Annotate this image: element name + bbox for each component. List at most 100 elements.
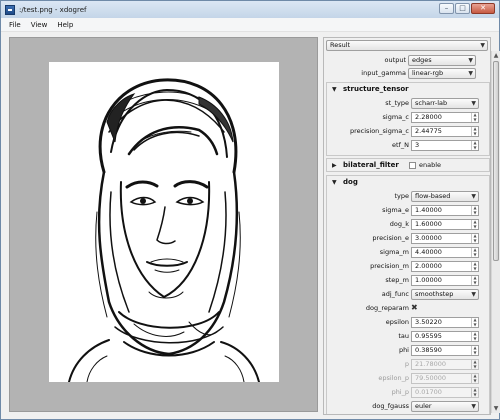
adj-func-combo[interactable]: smoothstep ▼ bbox=[411, 289, 479, 300]
etf-n-label: etf_N bbox=[392, 141, 409, 149]
epsilon-spinbox[interactable]: 3.50220 ▲ ▼ bbox=[411, 317, 479, 328]
epsilon-p-label: epsilon_p bbox=[378, 374, 409, 382]
sigma-m-spinbox[interactable]: 4.40000 ▲ ▼ bbox=[411, 247, 479, 258]
epsilon-label: epsilon bbox=[385, 318, 409, 326]
structure-tensor-title: structure_tensor bbox=[343, 85, 409, 93]
input-gamma-combo[interactable]: linear-rgb ▼ bbox=[408, 68, 476, 79]
scroll-down-icon[interactable]: ▼ bbox=[492, 404, 500, 413]
scroll-up-icon[interactable]: ▲ bbox=[492, 51, 500, 60]
triangle-right-icon: ▶ bbox=[332, 162, 337, 169]
image-viewport[interactable] bbox=[9, 37, 318, 412]
sigma-c-spinbox[interactable]: 2.28000 ▲ ▼ bbox=[411, 112, 479, 123]
spin-down-icon[interactable]: ▼ bbox=[472, 336, 478, 342]
result-selector[interactable]: Result ▼ bbox=[326, 40, 488, 51]
spin-down-icon[interactable]: ▼ bbox=[472, 131, 478, 137]
dog-header[interactable]: ▼ dog bbox=[327, 176, 489, 189]
dog-k-row: dog_k 1.60000 ▲ ▼ bbox=[327, 219, 490, 231]
precision-e-label: precision_e bbox=[372, 234, 409, 242]
step-m-spinbox[interactable]: 1.00000 ▲ ▼ bbox=[411, 275, 479, 286]
spin-down-icon[interactable]: ▼ bbox=[472, 322, 478, 328]
spin-buttons: ▲ ▼ bbox=[471, 275, 478, 286]
parameter-panel: Result ▼ output edges ▼ input_gamma line… bbox=[323, 37, 491, 415]
phi-spinbox[interactable]: 0.38590 ▲ ▼ bbox=[411, 345, 479, 356]
menu-view[interactable]: View bbox=[26, 21, 53, 29]
spin-down-icon[interactable]: ▼ bbox=[472, 350, 478, 356]
maximize-icon[interactable]: □ bbox=[455, 3, 470, 14]
type-row: type flow-based ▼ bbox=[327, 191, 490, 203]
minimize-icon[interactable]: – bbox=[439, 3, 454, 14]
title-bar[interactable]: :/test.png - xdogref – □ ✕ bbox=[1, 1, 499, 18]
spin-down-icon[interactable]: ▼ bbox=[472, 280, 478, 286]
st-type-combo[interactable]: scharr-lab ▼ bbox=[411, 98, 479, 109]
epsilon-p-row: epsilon_p 79.50000 ▲ ▼ bbox=[327, 373, 490, 385]
adj-func-value: smoothstep bbox=[415, 290, 454, 298]
spin-buttons: ▲ ▼ bbox=[471, 331, 478, 342]
p-label: p bbox=[404, 360, 409, 368]
bilateral-enable-label: enable bbox=[419, 161, 442, 169]
spin-down-icon: ▼ bbox=[473, 363, 477, 369]
sigma-e-value: 1.40000 bbox=[415, 206, 442, 214]
spin-buttons: ▲ ▼ bbox=[471, 126, 478, 137]
structure-tensor-header[interactable]: ▼ structure_tensor bbox=[327, 83, 489, 96]
type-combo[interactable]: flow-based ▼ bbox=[411, 191, 479, 202]
bilateral-filter-section: ▶ bilateral_filter enable bbox=[326, 158, 490, 172]
precision-e-row: precision_e 3.00000 ▲ ▼ bbox=[327, 233, 490, 245]
etf-n-spinbox[interactable]: 3 ▲ ▼ bbox=[411, 140, 479, 151]
p-spinbox: 21.78000 ▲ ▼ bbox=[411, 359, 479, 370]
bilateral-filter-title: bilateral_filter bbox=[343, 161, 399, 169]
menu-file[interactable]: File bbox=[4, 21, 26, 29]
app-window: :/test.png - xdogref – □ ✕ File View Hel… bbox=[0, 0, 500, 420]
spin-down-icon[interactable]: ▼ bbox=[472, 238, 478, 244]
result-selector-value: Result bbox=[330, 41, 351, 49]
scroll-thumb[interactable] bbox=[493, 61, 499, 261]
menu-help[interactable]: Help bbox=[52, 21, 78, 29]
panel-scrollbar[interactable]: ▲ ▼ bbox=[491, 51, 500, 413]
dog-title: dog bbox=[343, 178, 358, 186]
input-gamma-value: linear-rgb bbox=[412, 69, 444, 77]
phi-p-row: phi_p 0.01700 ▲ ▼ bbox=[327, 387, 490, 399]
precision-m-label: precision_m bbox=[370, 262, 409, 270]
precision-sigma-c-spinbox[interactable]: 2.44775 ▲ ▼ bbox=[411, 126, 479, 137]
sigma-e-row: sigma_e 1.40000 ▲ ▼ bbox=[327, 205, 490, 217]
type-value: flow-based bbox=[415, 192, 451, 200]
spin-buttons: ▲ ▼ bbox=[471, 140, 478, 151]
adj-func-row: adj_func smoothstep ▼ bbox=[327, 289, 490, 301]
dog-reparam-toggle[interactable]: ✖ bbox=[411, 303, 418, 312]
epsilon-p-spinbox: 79.50000 ▲ ▼ bbox=[411, 373, 479, 384]
step-m-label: step_m bbox=[385, 276, 409, 284]
portrait-sketch bbox=[68, 78, 260, 382]
p-row: p 21.78000 ▲ ▼ bbox=[327, 359, 490, 371]
output-combo[interactable]: edges ▼ bbox=[408, 55, 476, 66]
adj-func-label: adj_func bbox=[381, 290, 409, 298]
precision-m-spinbox[interactable]: 2.00000 ▲ ▼ bbox=[411, 261, 479, 272]
tau-spinbox[interactable]: 0.95595 ▲ ▼ bbox=[411, 331, 479, 342]
tau-row: tau 0.95595 ▲ ▼ bbox=[327, 331, 490, 343]
spin-down-icon[interactable]: ▼ bbox=[472, 266, 478, 272]
spin-down-icon[interactable]: ▼ bbox=[472, 224, 478, 230]
spin-down-icon[interactable]: ▼ bbox=[472, 145, 478, 151]
bilateral-enable-checkbox[interactable] bbox=[409, 162, 416, 169]
phi-p-label: phi_p bbox=[391, 388, 409, 396]
input-gamma-label: input_gamma bbox=[361, 69, 406, 77]
chevron-down-icon: ▼ bbox=[471, 403, 476, 410]
structure-tensor-section: ▼ structure_tensor st_type scharr-lab ▼ sig… bbox=[326, 82, 490, 156]
triangle-down-icon: ▼ bbox=[332, 86, 337, 93]
dog-fgauss-combo[interactable]: euler ▼ bbox=[411, 401, 479, 412]
dog-k-spinbox[interactable]: 1.60000 ▲ ▼ bbox=[411, 219, 479, 230]
spin-down-icon[interactable]: ▼ bbox=[472, 210, 478, 216]
precision-sigma-c-label: precision_sigma_c bbox=[349, 127, 409, 135]
precision-e-value: 3.00000 bbox=[415, 234, 442, 242]
close-icon[interactable]: ✕ bbox=[471, 3, 495, 14]
spin-down-icon[interactable]: ▼ bbox=[472, 252, 478, 258]
precision-sigma-c-row: precision_sigma_c 2.44775 ▲ ▼ bbox=[327, 126, 490, 138]
bilateral-filter-header[interactable]: ▶ bilateral_filter enable bbox=[327, 159, 489, 172]
st-type-label: st_type bbox=[385, 99, 409, 107]
precision-e-spinbox[interactable]: 3.00000 ▲ ▼ bbox=[411, 233, 479, 244]
epsilon-value: 3.50220 bbox=[415, 318, 442, 326]
sigma-e-spinbox[interactable]: 1.40000 ▲ ▼ bbox=[411, 205, 479, 216]
output-value: edges bbox=[412, 56, 432, 64]
spin-down-icon: ▼ bbox=[473, 391, 477, 397]
dog-section: ▼ dog type flow-based ▼ sigma_e 1.40000 ▲ ▼ dog… bbox=[326, 175, 490, 414]
spin-down-icon[interactable]: ▼ bbox=[472, 117, 478, 123]
spin-buttons: ▲ ▼ bbox=[471, 387, 478, 397]
